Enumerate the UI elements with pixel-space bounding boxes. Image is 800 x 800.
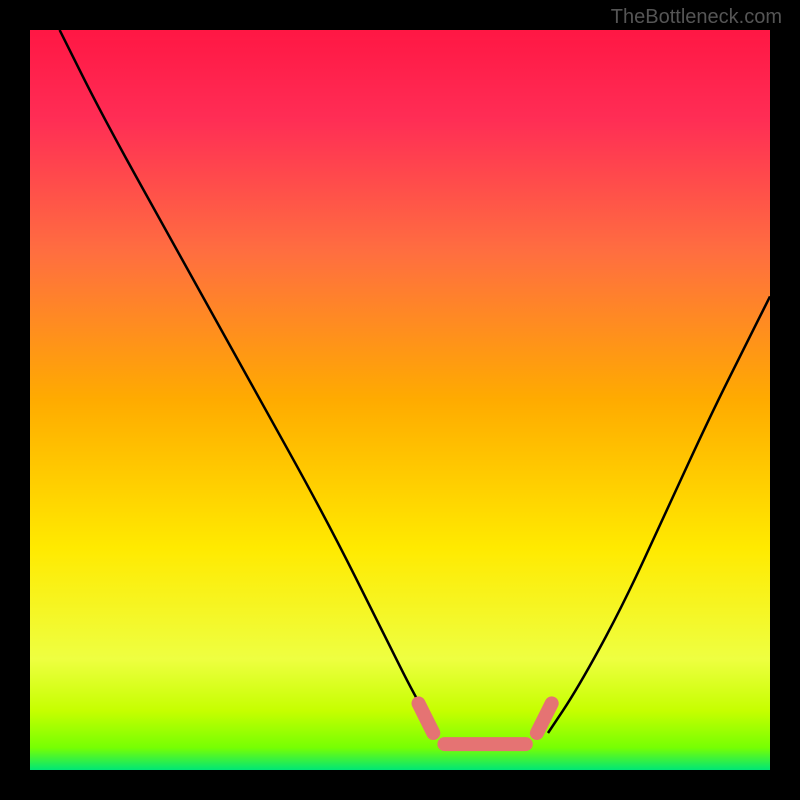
chart-marker-left-capsule-1	[419, 703, 434, 733]
chart-series-curve-right	[548, 296, 770, 733]
chart-plot-area	[30, 30, 770, 770]
chart-series-curve-left	[60, 30, 437, 733]
watermark-text: TheBottleneck.com	[611, 6, 782, 29]
chart-lines-layer	[30, 30, 770, 770]
